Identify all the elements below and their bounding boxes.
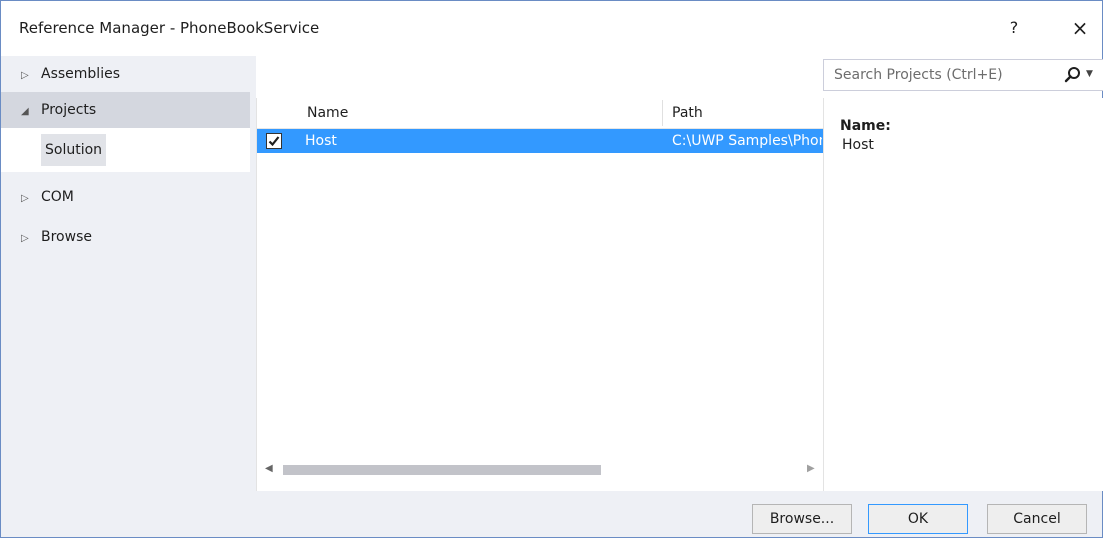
expand-arrow-icon: ▷: [21, 233, 29, 244]
collapse-arrow-icon: ◢: [21, 106, 29, 117]
close-icon[interactable]: ×: [1065, 13, 1095, 43]
cancel-button[interactable]: Cancel: [987, 504, 1087, 534]
nav-item-label: Browse: [41, 229, 92, 245]
column-header-name[interactable]: Name: [307, 98, 657, 128]
nav-item-projects[interactable]: ◢ Projects: [1, 92, 250, 128]
scrollbar-thumb[interactable]: [283, 465, 601, 475]
horizontal-scrollbar[interactable]: ◀ ▶: [257, 461, 824, 479]
browse-button[interactable]: Browse...: [752, 504, 852, 534]
expand-arrow-icon: ▷: [21, 193, 29, 204]
help-icon[interactable]: ?: [999, 13, 1029, 43]
nav-item-label: COM: [41, 189, 74, 205]
nav-item-label: Projects: [41, 102, 97, 118]
nav-item-assemblies[interactable]: ▷ Assemblies: [1, 56, 250, 92]
column-divider[interactable]: [662, 100, 663, 126]
search-input[interactable]: [824, 60, 1056, 90]
search-icon[interactable]: [1062, 64, 1084, 86]
nav-item-label: Assemblies: [41, 66, 120, 82]
column-header-path[interactable]: Path: [672, 98, 822, 128]
nav-subitem-row: Solution: [1, 128, 250, 172]
dialog-footer: Browse... OK Cancel: [1, 491, 1102, 537]
nav-subitem-solution[interactable]: Solution: [41, 134, 107, 166]
search-options-chevron-icon[interactable]: ▼: [1086, 69, 1098, 81]
row-path-cell: C:\UWP Samples\PhoneBook\Host: [672, 133, 822, 149]
scroll-right-arrow-icon[interactable]: ▶: [807, 463, 821, 477]
expand-arrow-icon: ▷: [21, 70, 29, 81]
ok-button[interactable]: OK: [868, 504, 968, 534]
window-title: Reference Manager - PhoneBookService: [19, 19, 320, 37]
reference-checkbox[interactable]: [266, 133, 282, 149]
detail-name-value: Host: [842, 137, 874, 153]
details-panel: Name: Host: [823, 98, 1103, 491]
projects-grid: Name Path Host C:\UWP Samples\PhoneBook\…: [256, 98, 824, 491]
reference-manager-window: Reference Manager - PhoneBookService ? ×…: [0, 0, 1103, 538]
title-bar: Reference Manager - PhoneBookService ? ×: [1, 1, 1102, 56]
row-name-cell: Host: [305, 133, 337, 149]
search-box: ▼: [823, 59, 1103, 91]
check-icon: [268, 136, 280, 147]
table-row[interactable]: Host C:\UWP Samples\PhoneBook\Host: [257, 129, 824, 153]
detail-name-label: Name:: [840, 118, 891, 134]
nav-item-com[interactable]: ▷ COM: [1, 179, 250, 215]
grid-header: Name Path: [257, 98, 824, 129]
nav-item-browse[interactable]: ▷ Browse: [1, 219, 250, 255]
left-nav: ▷ Assemblies ◢ Projects Solution ▷ COM ▷ Bro…: [1, 56, 256, 491]
scroll-left-arrow-icon[interactable]: ◀: [265, 463, 279, 477]
